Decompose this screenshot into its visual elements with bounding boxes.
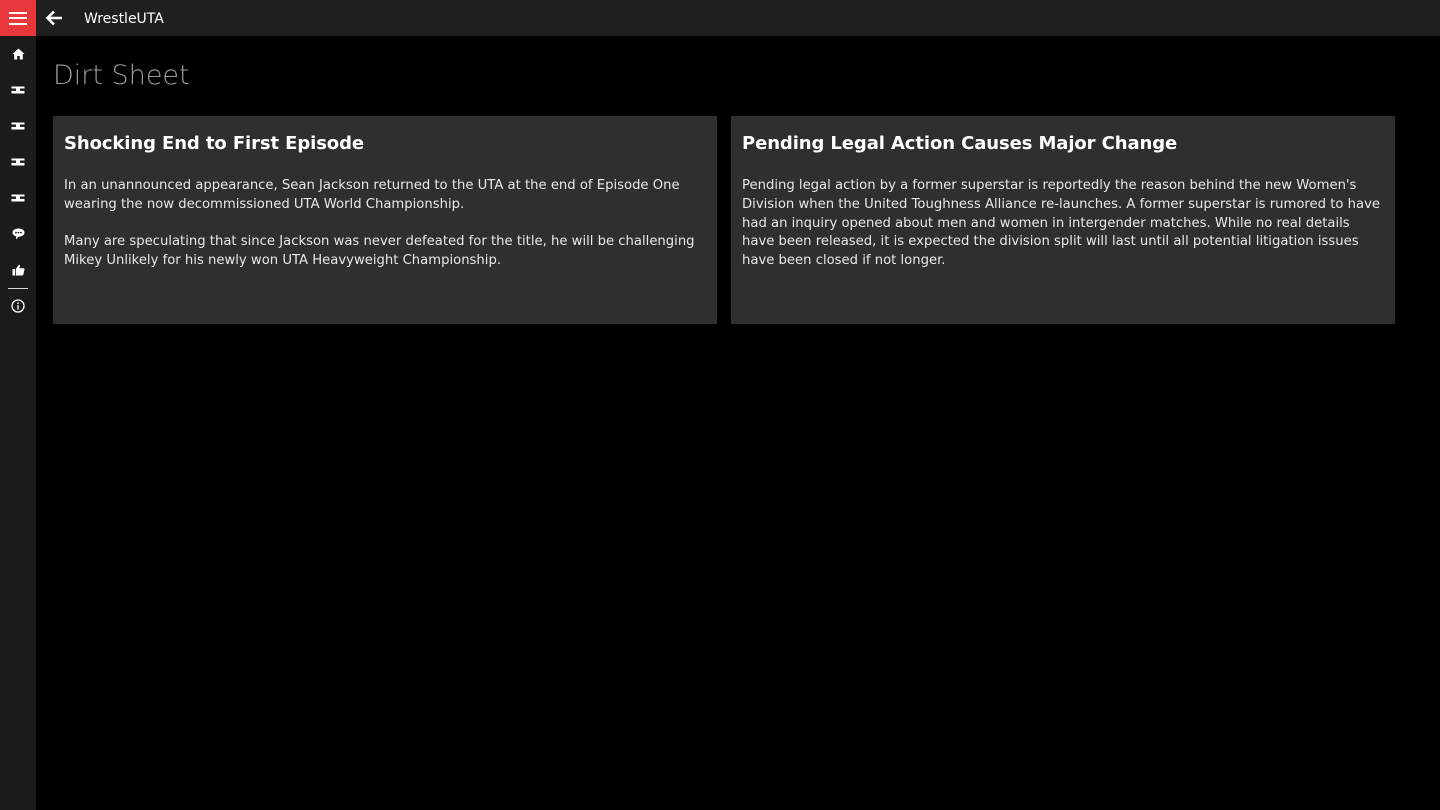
article-paragraph: In an unannounced appearance, Sean Jacks… <box>64 178 680 212</box>
sidebar-item-belt-3[interactable] <box>0 144 36 180</box>
article-card[interactable]: Shocking End to First Episode In an unan… <box>53 116 717 324</box>
title-bar: WrestleUTA <box>0 0 1440 36</box>
back-button[interactable] <box>36 0 72 36</box>
belt-icon <box>11 194 25 202</box>
hamburger-menu-icon <box>9 11 27 25</box>
sidebar <box>0 36 36 810</box>
article-card[interactable]: Pending Legal Action Causes Major Change… <box>731 116 1395 324</box>
home-icon <box>12 48 24 60</box>
belt-icon <box>11 122 25 130</box>
article-title: Shocking End to First Episode <box>64 133 364 154</box>
app-title: WrestleUTA <box>84 11 164 27</box>
belt-icon <box>11 158 25 166</box>
sidebar-item-home[interactable] <box>0 36 36 72</box>
sidebar-item-like[interactable] <box>0 252 36 288</box>
page-title: Dirt Sheet <box>53 60 190 91</box>
belt-icon <box>11 86 25 94</box>
back-arrow-icon <box>45 10 62 26</box>
article-title: Pending Legal Action Causes Major Change <box>742 133 1178 154</box>
chat-bubble-icon <box>12 228 24 240</box>
sidebar-item-belt-1[interactable] <box>0 72 36 108</box>
article-body: In an unannounced appearance, Sean Jacks… <box>64 177 706 271</box>
article-paragraph: Pending legal action by a former superst… <box>742 178 1381 269</box>
article-body: Pending legal action by a former superst… <box>742 177 1384 271</box>
thumbs-up-icon <box>12 264 25 276</box>
hamburger-menu-button[interactable] <box>0 0 36 36</box>
article-paragraph: Many are speculating that since Jackson … <box>64 234 695 269</box>
sidebar-item-belt-2[interactable] <box>0 108 36 144</box>
sidebar-item-dirt-sheet[interactable] <box>0 216 36 252</box>
sidebar-item-belt-4[interactable] <box>0 180 36 216</box>
info-icon <box>11 299 25 313</box>
sidebar-item-about[interactable] <box>0 288 36 324</box>
